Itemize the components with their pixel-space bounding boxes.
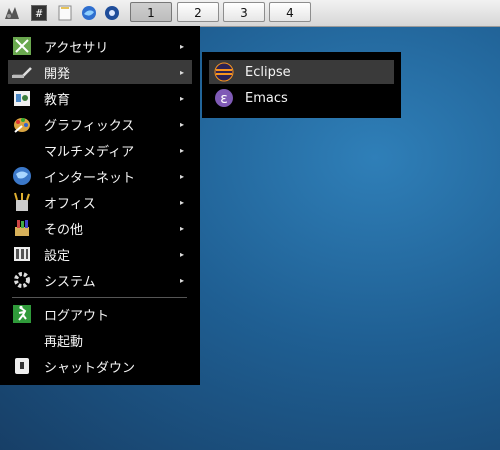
menu-item-label: Emacs bbox=[245, 90, 288, 106]
menu-item-label: オフィス bbox=[44, 196, 96, 212]
menu-icon[interactable] bbox=[3, 4, 21, 22]
menu-item-eclipse[interactable]: Eclipse bbox=[209, 60, 394, 84]
multimedia-icon bbox=[11, 140, 33, 160]
submenu-arrow-icon: ▸ bbox=[179, 249, 184, 259]
workspace-2[interactable]: 2 bbox=[177, 2, 219, 22]
menu-item-development[interactable]: 開発 ▸ bbox=[8, 60, 192, 84]
menu-item-label: インターネット bbox=[44, 170, 136, 186]
menu-item-label: ログアウト bbox=[44, 308, 110, 324]
menu-item-label: 再起動 bbox=[44, 334, 84, 350]
settings-icon[interactable] bbox=[103, 4, 121, 22]
preferences-icon bbox=[11, 244, 33, 264]
workspace-1[interactable]: 1 bbox=[130, 2, 172, 22]
development-icon bbox=[11, 62, 33, 82]
menu-item-office[interactable]: オフィス ▸ bbox=[8, 190, 192, 214]
submenu-arrow-icon: ▸ bbox=[179, 145, 184, 155]
menu-item-accessories[interactable]: アクセサリ ▸ bbox=[8, 34, 192, 58]
svg-text:ε: ε bbox=[220, 91, 228, 107]
logout-icon bbox=[11, 304, 33, 324]
menu-item-label: シャットダウン bbox=[44, 360, 136, 376]
menu-item-label: 設定 bbox=[44, 248, 71, 264]
menu-item-shutdown[interactable]: シャットダウン bbox=[8, 354, 192, 378]
menu-item-label: グラフィックス bbox=[44, 118, 135, 134]
workspace-4[interactable]: 4 bbox=[269, 2, 311, 22]
menu-item-label: システム bbox=[44, 274, 96, 290]
education-icon bbox=[11, 88, 33, 108]
menu-item-label: その他 bbox=[44, 222, 84, 238]
development-submenu: Eclipse ε Emacs bbox=[202, 52, 401, 118]
menu-item-restart[interactable]: 再起動 bbox=[8, 328, 192, 352]
submenu-arrow-icon: ▸ bbox=[179, 171, 184, 181]
taskbar: # 1 2 3 4 bbox=[0, 0, 500, 27]
menu-item-internet[interactable]: インターネット ▸ bbox=[8, 164, 192, 188]
menu-item-preferences[interactable]: 設定 ▸ bbox=[8, 242, 192, 266]
shutdown-icon bbox=[11, 356, 33, 376]
internet-icon bbox=[11, 166, 33, 186]
submenu-arrow-icon: ▸ bbox=[179, 197, 184, 207]
menu-divider bbox=[12, 297, 187, 298]
submenu-arrow-icon: ▸ bbox=[179, 93, 184, 103]
emacs-icon: ε bbox=[213, 88, 235, 108]
menu-item-label: 開発 bbox=[44, 66, 71, 82]
notes-icon[interactable] bbox=[56, 4, 74, 22]
menu-item-graphics[interactable]: グラフィックス ▸ bbox=[8, 112, 192, 136]
eclipse-icon bbox=[213, 62, 235, 82]
graphics-icon bbox=[11, 114, 33, 134]
menu-item-system[interactable]: システム ▸ bbox=[8, 268, 192, 292]
submenu-arrow-icon: ▸ bbox=[179, 67, 184, 77]
menu-item-other[interactable]: その他 ▸ bbox=[8, 216, 192, 240]
terminal-icon[interactable]: # bbox=[31, 5, 47, 21]
menu-item-emacs[interactable]: ε Emacs bbox=[209, 86, 394, 110]
submenu-arrow-icon: ▸ bbox=[179, 275, 184, 285]
browser-icon[interactable] bbox=[80, 4, 98, 22]
menu-item-multimedia[interactable]: マルチメディア ▸ bbox=[8, 138, 192, 162]
workspace-3[interactable]: 3 bbox=[223, 2, 265, 22]
menu-item-label: アクセサリ bbox=[44, 40, 109, 56]
other-icon bbox=[11, 218, 33, 238]
menu-item-logout[interactable]: ログアウト bbox=[8, 302, 192, 326]
office-icon bbox=[11, 192, 33, 212]
menu-item-label: Eclipse bbox=[245, 64, 291, 80]
submenu-arrow-icon: ▸ bbox=[179, 41, 184, 51]
menu-item-education[interactable]: 教育 ▸ bbox=[8, 86, 192, 110]
submenu-arrow-icon: ▸ bbox=[179, 223, 184, 233]
applications-menu: アクセサリ ▸ 開発 ▸ 教育 ▸ グラフィックス ▸ マルチメディア ▸ イン… bbox=[0, 26, 200, 385]
menu-item-label: マルチメディア bbox=[44, 144, 135, 160]
menu-item-label: 教育 bbox=[44, 92, 71, 108]
system-icon bbox=[11, 270, 33, 290]
accessories-icon bbox=[11, 36, 33, 56]
restart-icon bbox=[11, 330, 33, 350]
submenu-arrow-icon: ▸ bbox=[179, 119, 184, 129]
